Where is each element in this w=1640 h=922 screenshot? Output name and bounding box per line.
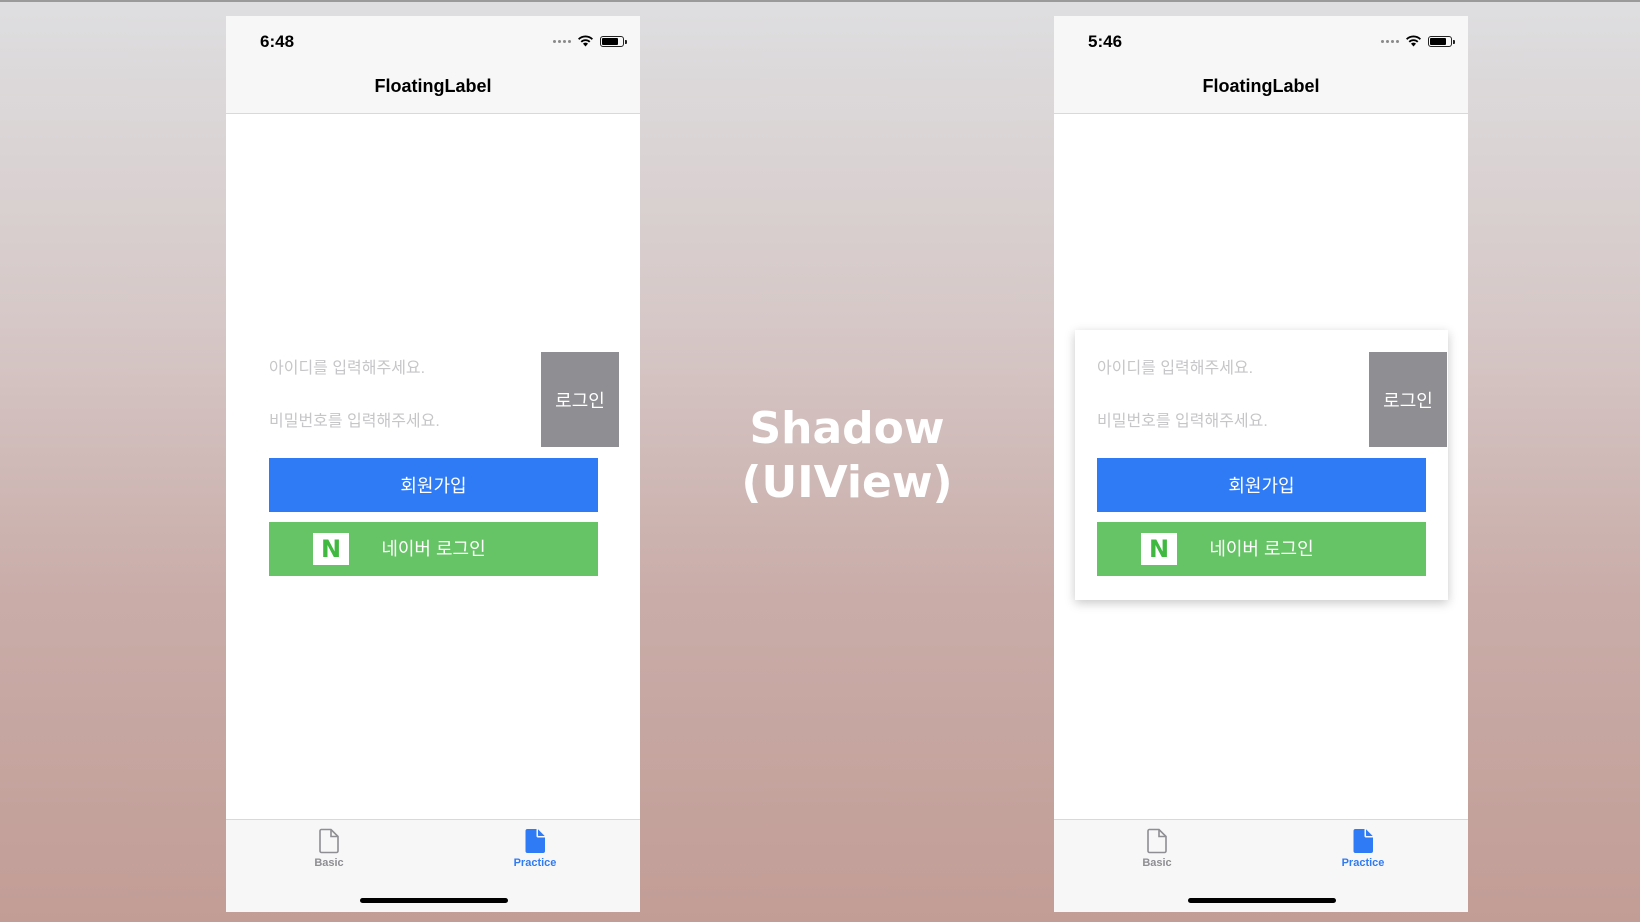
signup-button[interactable]: 회원가입 bbox=[269, 458, 598, 512]
cellular-signal-icon bbox=[553, 39, 571, 43]
caption-line-1: Shadow bbox=[749, 403, 945, 454]
top-divider bbox=[0, 0, 1640, 2]
doc-filled-icon bbox=[525, 829, 545, 853]
status-time: 5:46 bbox=[1088, 32, 1123, 51]
tab-basic-label: Basic bbox=[314, 857, 344, 869]
login-card: 로그인 회원가입 N 네이버 로그인 bbox=[247, 330, 620, 600]
status-bar: 5:46 bbox=[1054, 16, 1468, 68]
wifi-icon bbox=[1406, 35, 1421, 47]
home-indicator[interactable] bbox=[360, 898, 508, 903]
navigation-bar: FloatingLabel bbox=[1054, 68, 1468, 114]
battery-icon bbox=[600, 35, 627, 47]
tab-practice[interactable]: Practice bbox=[495, 828, 575, 869]
cellular-signal-icon bbox=[1381, 39, 1399, 43]
doc-filled-icon bbox=[1353, 829, 1373, 853]
tab-bar: Basic Practice bbox=[1054, 819, 1468, 912]
doc-outline-icon bbox=[319, 828, 339, 854]
tab-bar: Basic Practice bbox=[226, 819, 640, 912]
password-input[interactable] bbox=[269, 409, 509, 435]
naver-login-label: 네이버 로그인 bbox=[381, 539, 486, 559]
nav-title: FloatingLabel bbox=[1202, 76, 1320, 96]
tab-basic[interactable]: Basic bbox=[289, 828, 369, 869]
status-icons bbox=[1381, 35, 1455, 47]
tab-practice-label: Practice bbox=[513, 857, 557, 869]
login-card-shadowed: 로그인 회원가입 N 네이버 로그인 bbox=[1075, 330, 1448, 600]
naver-login-button[interactable]: N 네이버 로그인 bbox=[1097, 522, 1426, 576]
status-bar: 6:48 bbox=[226, 16, 640, 68]
phone-screen-left: 6:48 FloatingLabel 로그인 회원가입 N 네이버 로그인 bbox=[226, 16, 640, 912]
id-input[interactable] bbox=[1097, 356, 1337, 382]
caption: Shadow (UIView) bbox=[640, 402, 1054, 510]
doc-outline-icon bbox=[1147, 828, 1167, 854]
phone-screen-right: 5:46 FloatingLabel 로그인 회원가입 N 네이버 로그인 bbox=[1054, 16, 1468, 912]
tab-practice[interactable]: Practice bbox=[1323, 828, 1403, 869]
login-button[interactable]: 로그인 bbox=[1369, 352, 1447, 447]
nav-title: FloatingLabel bbox=[374, 76, 492, 96]
tab-basic-label: Basic bbox=[1142, 857, 1172, 869]
tab-basic[interactable]: Basic bbox=[1117, 828, 1197, 869]
battery-icon bbox=[1428, 35, 1455, 47]
caption-line-2: (UIView) bbox=[741, 457, 953, 508]
wifi-icon bbox=[578, 35, 593, 47]
naver-login-button[interactable]: N 네이버 로그인 bbox=[269, 522, 598, 576]
tab-practice-label: Practice bbox=[1341, 857, 1385, 869]
password-input[interactable] bbox=[1097, 409, 1337, 435]
home-indicator[interactable] bbox=[1188, 898, 1336, 903]
navigation-bar: FloatingLabel bbox=[226, 68, 640, 114]
login-button[interactable]: 로그인 bbox=[541, 352, 619, 447]
naver-login-label: 네이버 로그인 bbox=[1209, 539, 1314, 559]
status-icons bbox=[553, 35, 627, 47]
id-input[interactable] bbox=[269, 356, 509, 382]
status-time: 6:48 bbox=[260, 32, 295, 51]
signup-button[interactable]: 회원가입 bbox=[1097, 458, 1426, 512]
